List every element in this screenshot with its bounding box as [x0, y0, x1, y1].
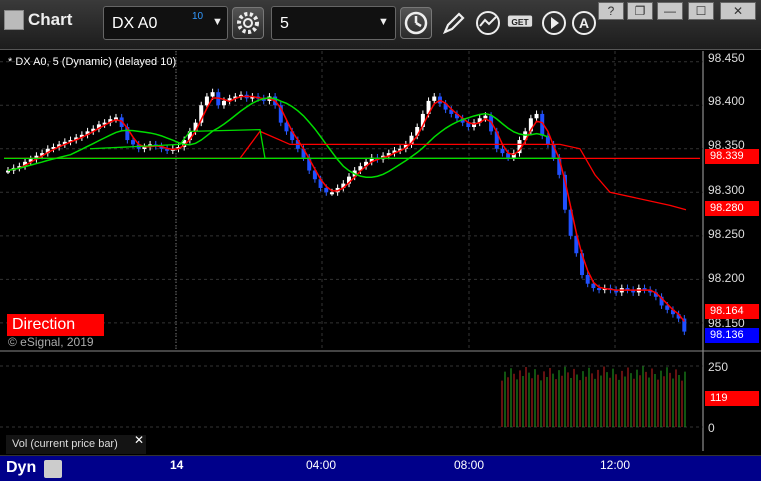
- chart-area[interactable]: * DX A0, 5 (Dynamic) (delayed 10) Direct…: [0, 51, 761, 481]
- candle-body: [131, 140, 136, 145]
- price-tag: 98.339: [705, 149, 759, 164]
- chevron-down-icon: ▼: [378, 16, 389, 28]
- help-button[interactable]: ?: [598, 2, 624, 20]
- study-icon[interactable]: [474, 9, 502, 37]
- candle-body: [597, 288, 602, 291]
- series-label: * DX A0, 5 (Dynamic) (delayed 10): [8, 56, 177, 68]
- volume-tag: 119: [705, 391, 759, 406]
- price-panel: [0, 51, 761, 351]
- time-label: 08:00: [454, 458, 485, 472]
- price-tick: 98.250: [708, 227, 745, 241]
- price-tick: 98.200: [708, 271, 745, 285]
- volume-bars: [501, 366, 686, 427]
- chart-app-icon: [4, 10, 24, 30]
- candle-body: [204, 96, 209, 106]
- price-tag: 98.280: [705, 201, 759, 216]
- pencil-icon[interactable]: [440, 9, 468, 37]
- volume-study-label[interactable]: Vol (current price bar): [6, 435, 146, 454]
- candle-body: [500, 148, 505, 154]
- volume-tick: 250: [708, 360, 729, 374]
- copyright-text: © eSignal, 2019: [8, 335, 94, 349]
- time-button[interactable]: [400, 7, 432, 39]
- candle-body: [329, 192, 334, 195]
- lock-icon[interactable]: [44, 460, 62, 478]
- price-tick: 98.300: [708, 183, 745, 197]
- time-axis-bar: Dyn: [0, 455, 761, 481]
- svg-text:GET: GET: [511, 17, 529, 27]
- close-icon[interactable]: ✕: [134, 433, 144, 447]
- chart-toolbar: Chart DX A0 10 ▼ 5 ▼ GET A ? ❐ — ☐ ✕: [0, 0, 761, 50]
- alert-icon[interactable]: A: [570, 9, 598, 37]
- chevron-down-icon: ▼: [212, 16, 223, 28]
- symbol-value: DX A0: [112, 15, 158, 32]
- get-data-icon[interactable]: GET: [506, 9, 534, 37]
- price-tick: 98.450: [708, 51, 745, 65]
- price-tick: 98.400: [708, 94, 745, 108]
- dynamic-mode-label[interactable]: Dyn: [6, 459, 36, 477]
- candle-body: [534, 113, 539, 119]
- candle-body: [210, 92, 215, 97]
- time-label: 04:00: [306, 458, 337, 472]
- candle-body: [324, 187, 329, 193]
- chart-grid: [0, 51, 761, 451]
- close-button[interactable]: ✕: [720, 2, 756, 20]
- volume-tick: 0: [708, 421, 715, 435]
- gear-icon: [237, 12, 259, 34]
- symbol-delay-count: 10: [192, 11, 204, 22]
- maximize-button[interactable]: ☐: [688, 2, 714, 20]
- candle-body: [483, 115, 488, 119]
- candle-body: [432, 96, 437, 101]
- price-tag: 98.164: [705, 304, 759, 319]
- interval-value: 5: [280, 15, 289, 32]
- price-chart[interactable]: [0, 51, 761, 481]
- svg-text:A: A: [579, 15, 589, 31]
- link-button[interactable]: ❐: [627, 2, 653, 20]
- price-tag-current: 98.136: [705, 328, 759, 343]
- minimize-button[interactable]: —: [657, 2, 683, 20]
- play-icon[interactable]: [540, 9, 568, 37]
- time-label: 14: [170, 458, 184, 472]
- candle-body: [221, 100, 226, 106]
- candle-body: [585, 275, 590, 284]
- symbol-dropdown[interactable]: DX A0 10 ▼: [103, 6, 228, 40]
- clock-icon: [404, 11, 428, 35]
- interval-dropdown[interactable]: 5 ▼: [271, 6, 396, 40]
- app-title: Chart: [4, 10, 72, 30]
- time-label: 12:00: [600, 458, 631, 472]
- direction-label: Direction: [7, 314, 104, 336]
- app-title-text: Chart: [28, 10, 73, 29]
- settings-button[interactable]: [232, 7, 264, 39]
